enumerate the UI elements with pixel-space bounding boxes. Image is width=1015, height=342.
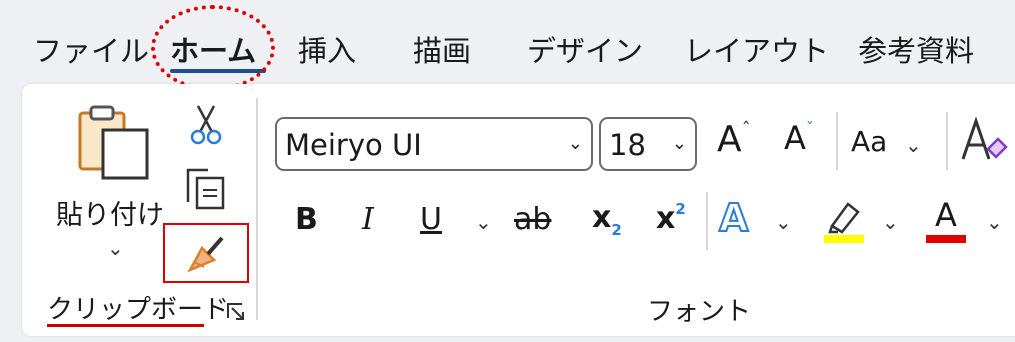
dialog-launcher-icon: [227, 303, 244, 320]
clipboard-group-label: クリップボード: [47, 295, 230, 325]
paste-dropdown-chevron-icon[interactable]: ⌄: [107, 236, 124, 260]
superscript-label: x: [656, 201, 676, 236]
separator: [706, 192, 708, 250]
tab-layout[interactable]: レイアウト: [684, 28, 829, 70]
copy-button[interactable]: [184, 166, 228, 212]
shrink-font-label: A: [784, 119, 806, 157]
superscript-mark: 2: [675, 200, 686, 218]
scissors-icon: [190, 105, 222, 145]
italic-button[interactable]: I: [362, 202, 374, 237]
annotation-red-underline: [47, 324, 204, 327]
highlight-color-bar: [824, 235, 864, 243]
separator: [946, 112, 948, 170]
clear-formatting-icon: [961, 116, 1008, 160]
caret-up-icon: ˆ: [741, 119, 751, 140]
bold-button[interactable]: B: [295, 202, 318, 237]
caret-down-icon: ˇ: [805, 119, 814, 138]
annotation-dotted-circle: [151, 5, 275, 91]
tab-draw[interactable]: 描画: [413, 28, 471, 70]
change-case-button[interactable]: Aa: [851, 125, 887, 158]
font-size-value: 18: [609, 128, 646, 162]
underline-chevron-down-icon[interactable]: ⌄: [475, 210, 492, 234]
separator: [836, 112, 838, 170]
highlight-chevron-down-icon[interactable]: ⌄: [882, 210, 899, 234]
strikethrough-button[interactable]: ab: [514, 202, 551, 237]
paste-icon: [78, 105, 149, 180]
tab-references[interactable]: 参考資料: [858, 28, 974, 70]
superscript-button[interactable]: x2: [656, 200, 686, 236]
tab-file[interactable]: ファイル: [33, 28, 149, 70]
grow-font-label: A: [717, 119, 742, 160]
cut-button[interactable]: [188, 104, 224, 146]
paste-button[interactable]: [76, 104, 156, 180]
subscript-mark: 2: [611, 221, 622, 239]
change-case-label: Aa: [851, 125, 888, 158]
format-painter-button[interactable]: [184, 230, 228, 276]
shrink-font-button[interactable]: Aˇ: [784, 119, 814, 157]
underline-button[interactable]: U: [420, 202, 442, 237]
tab-design[interactable]: デザイン: [527, 28, 643, 70]
chevron-down-icon: ⌄: [671, 133, 687, 154]
copy-icon: [186, 168, 225, 210]
format-painter-brush-icon: [187, 236, 224, 273]
grow-font-button[interactable]: Aˆ: [717, 119, 751, 160]
clipboard-dialog-launcher[interactable]: [226, 302, 246, 322]
chevron-down-icon: ⌄: [567, 133, 583, 154]
clear-formatting-button[interactable]: [960, 115, 1010, 167]
subscript-label: x: [592, 200, 612, 235]
font-color-button[interactable]: A: [926, 196, 970, 244]
highlight-button[interactable]: [822, 198, 866, 244]
text-effects-button[interactable]: A: [718, 195, 749, 241]
font-color-label: A: [935, 196, 957, 234]
group-separator: [256, 98, 258, 320]
font-name-value: Meiryo UI: [285, 128, 422, 162]
ribbon-tab-bar: ファイル ホーム 挿入 描画 デザイン レイアウト 参考資料: [0, 0, 1015, 91]
font-name-combobox[interactable]: Meiryo UI ⌄: [275, 117, 593, 171]
paste-label: 貼り付け: [56, 200, 164, 231]
text-effects-chevron-down-icon[interactable]: ⌄: [775, 210, 792, 234]
font-group-label: フォント: [647, 297, 752, 327]
font-color-bar: [926, 235, 966, 243]
tab-insert[interactable]: 挿入: [298, 28, 356, 70]
font-size-combobox[interactable]: 18 ⌄: [599, 117, 697, 171]
highlighter-icon: [824, 202, 864, 243]
font-color-chevron-down-icon[interactable]: ⌄: [986, 210, 1003, 234]
change-case-chevron-down-icon[interactable]: ⌄: [905, 133, 922, 157]
subscript-button[interactable]: x2: [592, 200, 622, 239]
